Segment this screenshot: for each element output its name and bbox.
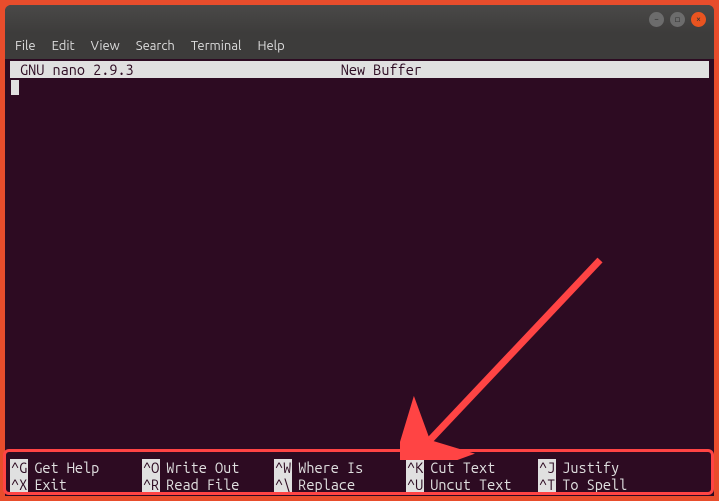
shortcut-cut-text: ^KCut Text: [406, 459, 538, 476]
shortcut-get-help: ^GGet Help: [10, 459, 142, 476]
shortcut-row-1: ^GGet Help ^OWrite Out ^WWhere Is ^KCut …: [10, 459, 709, 476]
nano-header: GNU nano 2.9.3 New Buffer: [10, 61, 709, 78]
shortcut-replace: ^\Replace: [274, 476, 406, 493]
nano-header-right: [629, 61, 709, 78]
shortcut-write-out: ^OWrite Out: [142, 459, 274, 476]
minimize-icon[interactable]: –: [649, 12, 664, 27]
shortcut-read-file: ^RRead File: [142, 476, 274, 493]
nano-app-name: GNU nano 2.9.3: [10, 61, 134, 78]
menubar: File Edit View Search Terminal Help: [5, 33, 714, 59]
menu-file[interactable]: File: [15, 39, 36, 53]
cursor-icon: [11, 80, 19, 95]
shortcut-to-spell: ^TTo Spell: [538, 476, 670, 493]
nano-buffer-name: New Buffer: [134, 61, 629, 78]
shortcut-bar: ^GGet Help ^OWrite Out ^WWhere Is ^KCut …: [10, 459, 709, 493]
menu-help[interactable]: Help: [257, 39, 284, 53]
shortcut-justify: ^JJustify: [538, 459, 670, 476]
titlebar[interactable]: – ◻ ×: [5, 5, 714, 33]
shortcut-where-is: ^WWhere Is: [274, 459, 406, 476]
window-controls: – ◻ ×: [649, 12, 706, 27]
terminal-body[interactable]: GNU nano 2.9.3 New Buffer ^GGet Help ^OW…: [5, 59, 714, 496]
terminal-window: – ◻ × File Edit View Search Terminal Hel…: [5, 5, 714, 496]
shortcut-uncut-text: ^UUncut Text: [406, 476, 538, 493]
maximize-icon[interactable]: ◻: [670, 12, 685, 27]
editor-area[interactable]: [10, 78, 709, 457]
menu-terminal[interactable]: Terminal: [191, 39, 242, 53]
menu-view[interactable]: View: [91, 39, 120, 53]
shortcut-exit: ^XExit: [10, 476, 142, 493]
menu-search[interactable]: Search: [136, 39, 175, 53]
close-icon[interactable]: ×: [691, 12, 706, 27]
menu-edit[interactable]: Edit: [52, 39, 75, 53]
shortcut-row-2: ^XExit ^RRead File ^\Replace ^UUncut Tex…: [10, 476, 709, 493]
